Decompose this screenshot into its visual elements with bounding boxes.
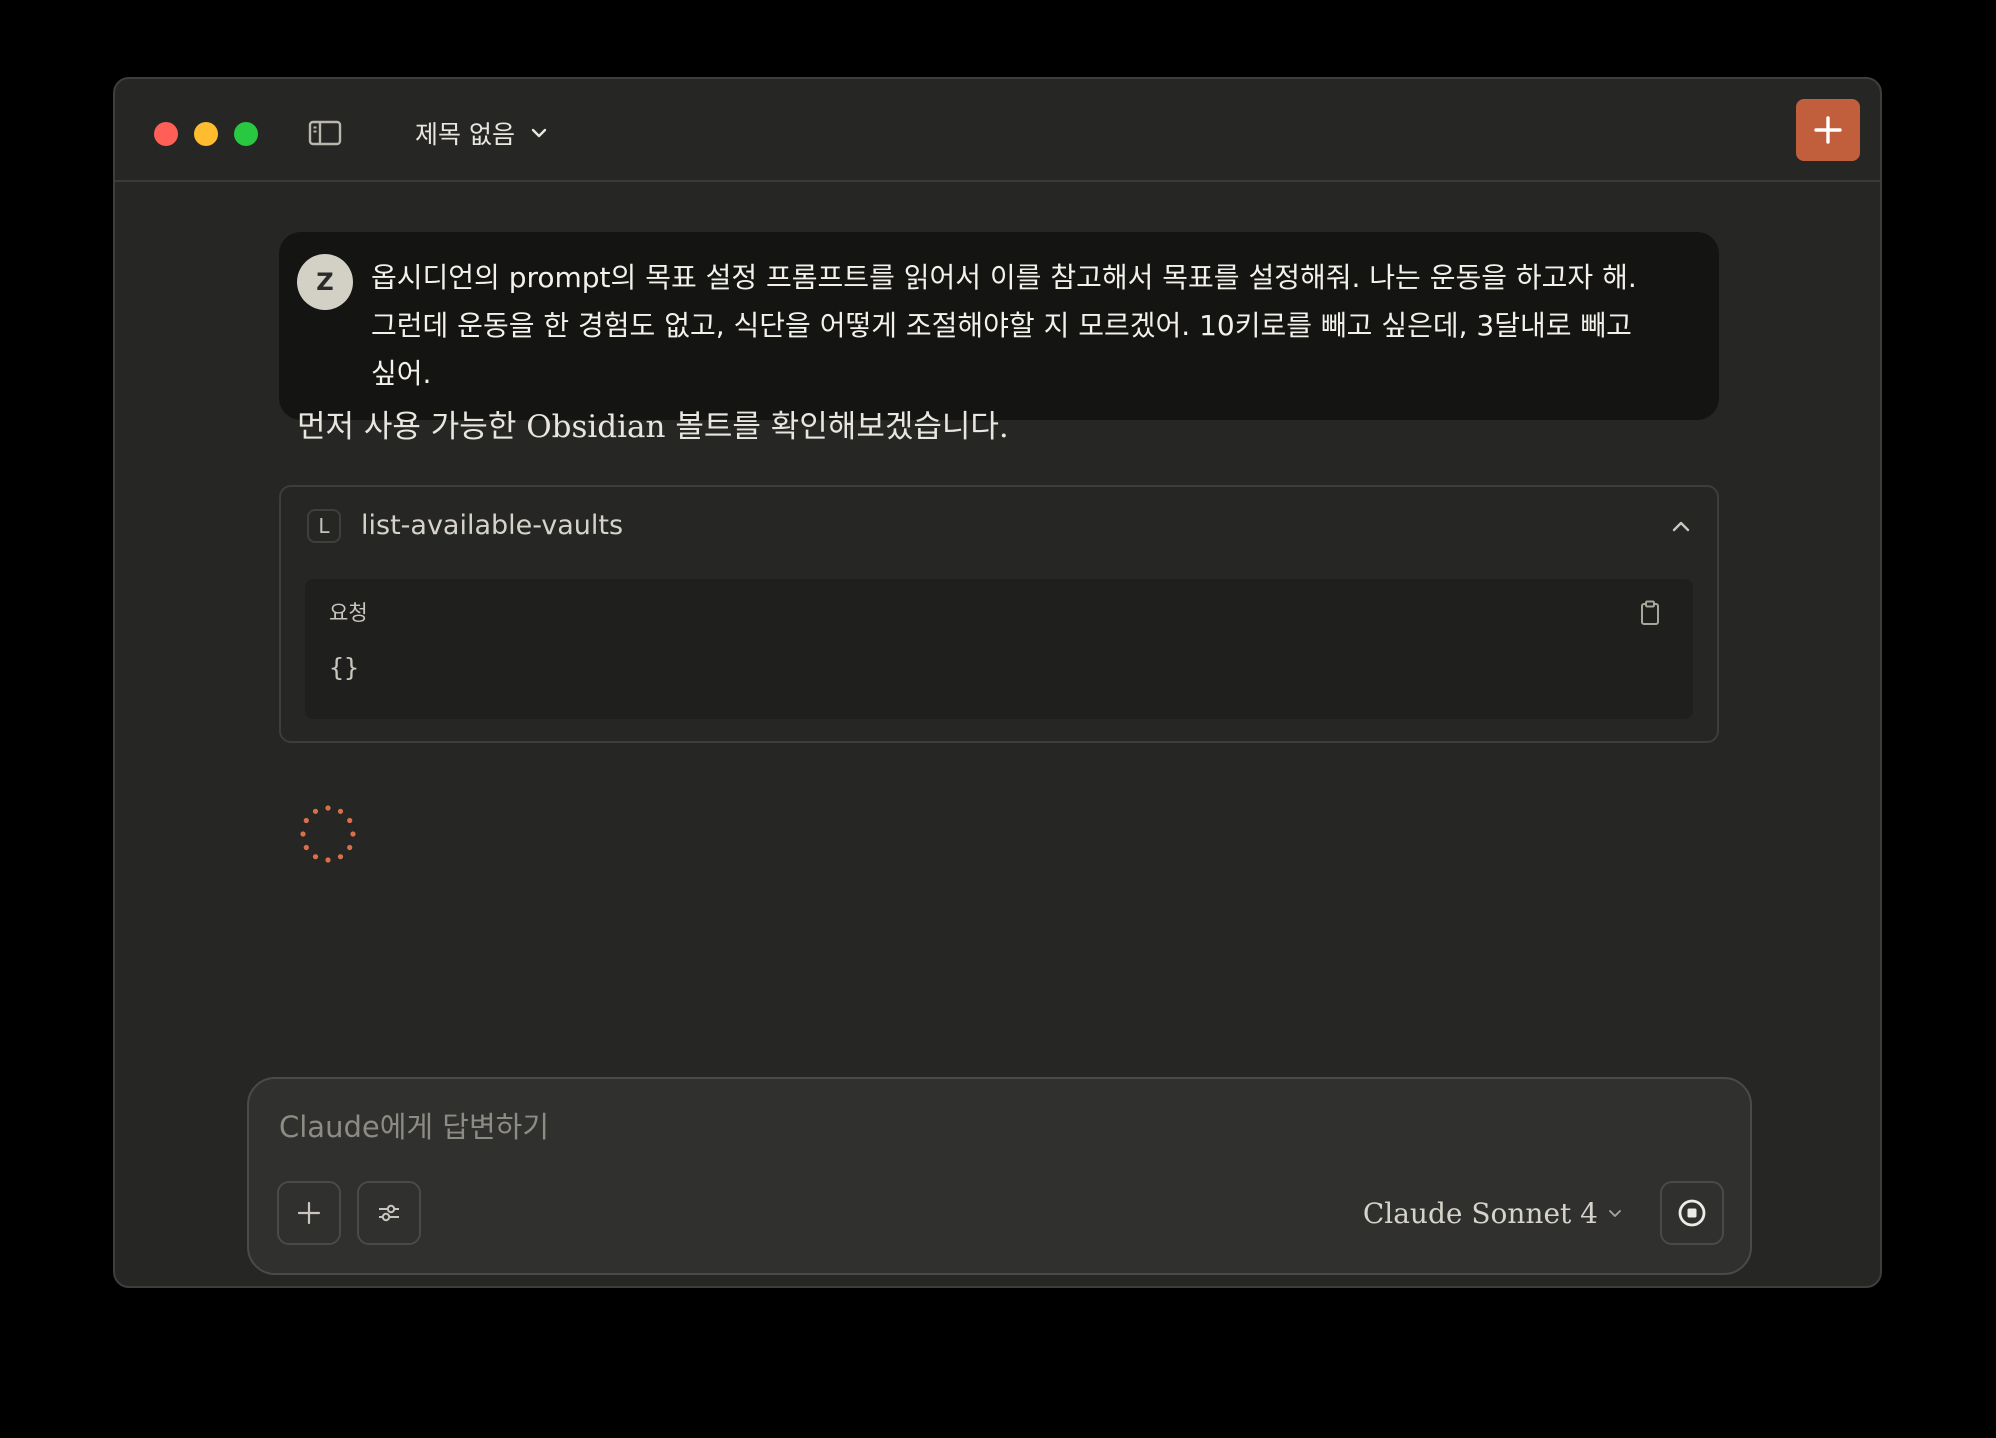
chevron-down-icon	[531, 128, 547, 138]
stop-icon	[1678, 1199, 1706, 1227]
chevron-down-icon	[1609, 1210, 1621, 1217]
sidebar-toggle-button[interactable]	[308, 119, 342, 147]
tool-call-header[interactable]: L list-available-vaults	[281, 487, 1717, 567]
sidebar-toggle-icon	[308, 120, 342, 146]
avatar: Z	[297, 254, 353, 310]
copy-button[interactable]	[1637, 599, 1663, 627]
user-message-text: 옵시디언의 prompt의 목표 설정 프롬프트를 읽어서 이를 참고해서 목표…	[371, 261, 1637, 390]
conversation-title-dropdown[interactable]: 제목 없음	[415, 109, 549, 157]
plus-icon	[297, 1201, 321, 1225]
message-composer: Claude Sonnet 4	[247, 1077, 1752, 1275]
tool-name: list-available-vaults	[361, 510, 624, 541]
stop-generation-button[interactable]	[1660, 1181, 1724, 1245]
request-body: {}	[329, 653, 360, 682]
sliders-icon	[379, 1204, 399, 1222]
minimize-window-button[interactable]	[194, 122, 218, 146]
request-label: 요청	[329, 601, 368, 625]
model-name: Claude Sonnet 4	[1362, 1196, 1598, 1230]
plus-icon	[1814, 116, 1842, 144]
title-bar: 제목 없음	[115, 79, 1880, 182]
reply-input[interactable]	[277, 1101, 1581, 1153]
app-window: 제목 없음 Z 옵시디언의 prompt의 목표 설정 프롬프트를 읽어서 이를…	[113, 77, 1882, 1288]
tool-request-panel: 요청 {}	[305, 579, 1693, 719]
tool-icon: L	[307, 509, 341, 543]
tools-button[interactable]	[357, 1181, 421, 1245]
assistant-message-text: 먼저 사용 가능한 Obsidian 볼트를 확인해보겠습니다.	[297, 409, 1009, 445]
user-message: Z 옵시디언의 prompt의 목표 설정 프롬프트를 읽어서 이를 참고해서 …	[279, 232, 1719, 420]
conversation-title: 제목 없음	[415, 120, 515, 149]
close-window-button[interactable]	[154, 122, 178, 146]
attach-button[interactable]	[277, 1181, 341, 1245]
new-chat-button[interactable]	[1796, 99, 1860, 161]
tool-call-card: L list-available-vaults 요청 {}	[279, 485, 1719, 743]
model-selector[interactable]: Claude Sonnet 4	[1363, 1193, 1624, 1233]
maximize-window-button[interactable]	[234, 122, 258, 146]
loading-spinner-icon	[300, 805, 356, 863]
clipboard-icon	[1641, 600, 1659, 625]
chevron-up-icon[interactable]	[1667, 513, 1695, 541]
